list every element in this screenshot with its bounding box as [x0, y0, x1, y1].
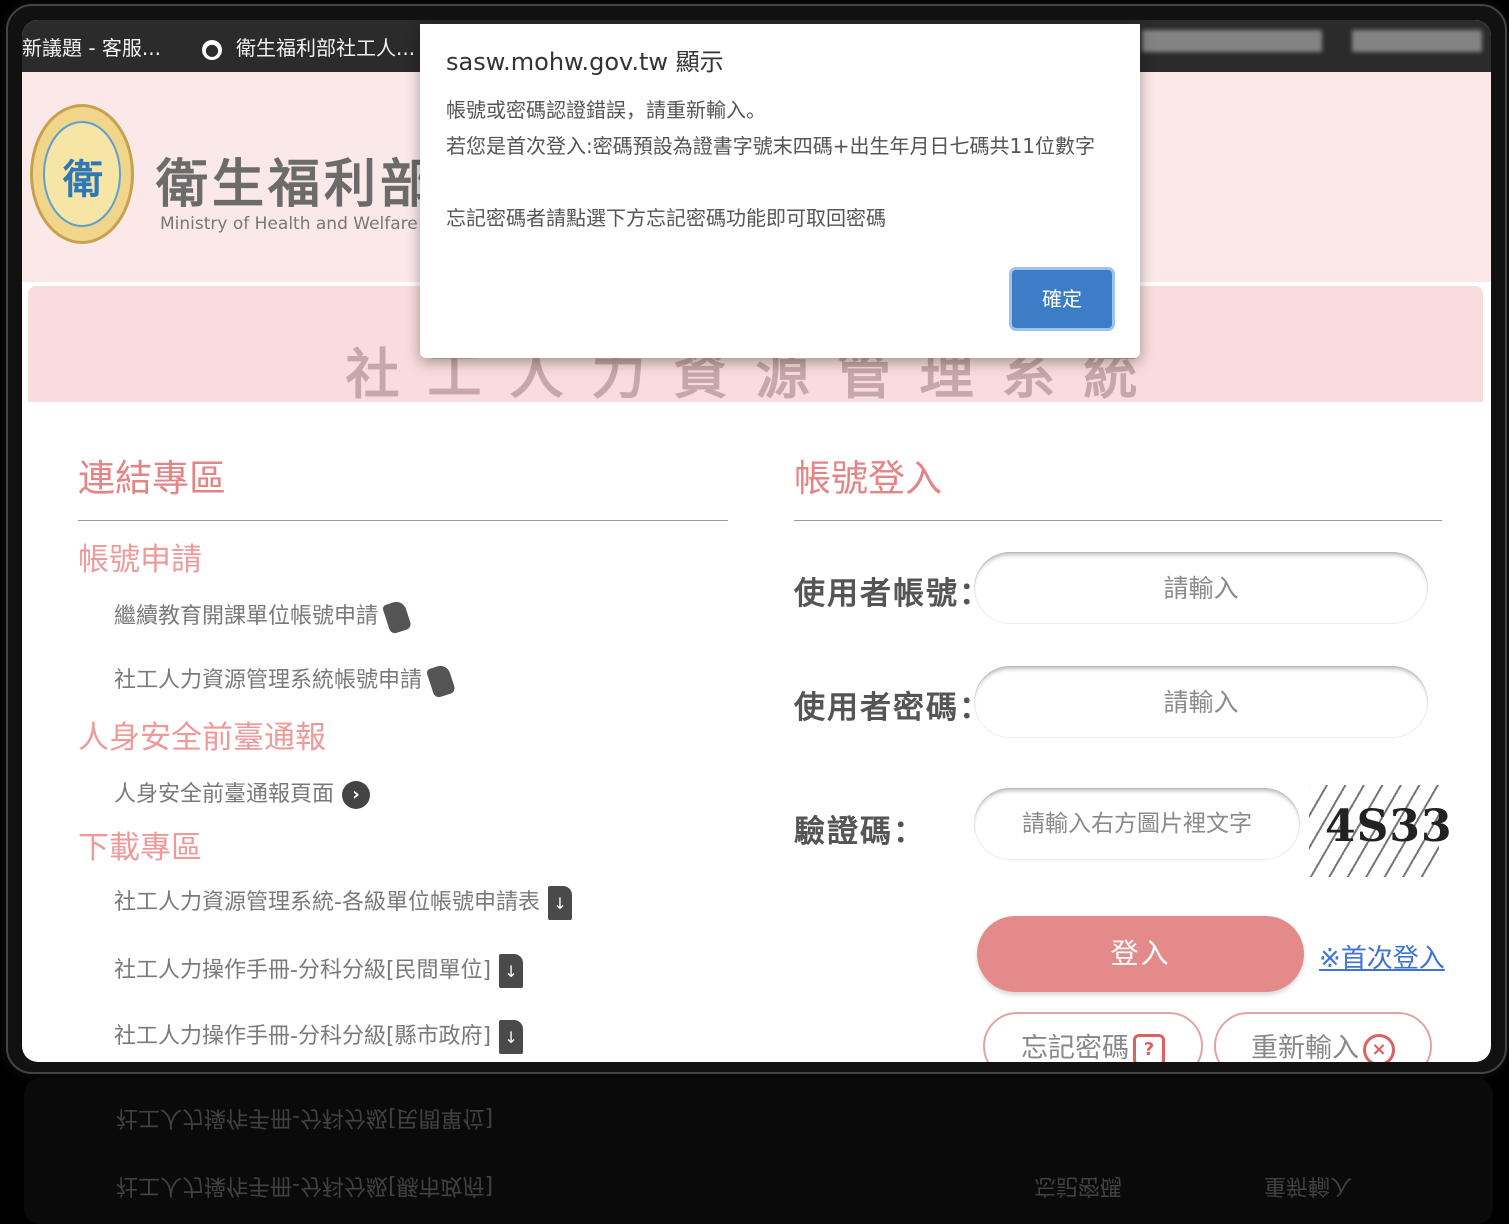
dialog-ok-button[interactable]: 確定 [1012, 270, 1112, 328]
monitor-frame: 新議題 - 客服... ● 衛生福利部社工人... 衛 衛生福利部 Ministr… [6, 4, 1507, 1074]
link-system-account[interactable]: 社工人力資源管理系統帳號申請 [114, 662, 457, 699]
reset-label: 重新輸入 [1251, 1033, 1359, 1062]
blurred-bookmark [1352, 30, 1482, 52]
bookmark-label: 新議題 - 客服... [22, 36, 162, 60]
forgot-password-button[interactable]: 忘記密碼? [983, 1012, 1203, 1062]
section-title-download: 下載專區 [78, 830, 202, 866]
reflection-text: 社工人力操作手冊-分科分級[縣市政府] [116, 1173, 494, 1198]
close-circle-icon: × [1363, 1033, 1395, 1062]
chevron-right-icon: › [342, 781, 371, 809]
hand-pointer-icon [425, 663, 457, 699]
blurred-bookmark [1142, 30, 1322, 52]
dialog-message-line: 忘記密碼者請點選下方忘記密碼功能即可取回密碼 [446, 206, 886, 230]
captcha-input[interactable] [974, 788, 1300, 860]
captcha-image[interactable]: 4S33 [1309, 785, 1452, 877]
username-input[interactable] [974, 552, 1428, 624]
password-label: 使用者密碼： [794, 690, 992, 726]
link-download-application-form[interactable]: 社工人力資源管理系統-各級單位帳號申請表 ↓ [114, 884, 572, 920]
captcha-label: 驗證碼： [794, 814, 926, 850]
captcha-text: 4S33 [1325, 801, 1453, 852]
link-label: 繼續教育開課單位帳號申請 [114, 604, 379, 629]
reflection-text: 社工人力操作手冊-分科分級[民間單位] [116, 1105, 494, 1130]
link-label: 社工人力操作手冊-分科分級[民間單位] [114, 958, 492, 983]
reflection-text: 重新輸入 [1264, 1173, 1353, 1198]
dialog-title: sasw.mohw.gov.tw 顯示 [446, 48, 724, 76]
logo-emblem: 衛 [43, 121, 121, 227]
lock-icon: ? [1133, 1033, 1165, 1062]
bookmark-1[interactable]: 新議題 - 客服... [22, 32, 161, 61]
link-label: 社工人力操作手冊-分科分級[縣市政府] [114, 1024, 492, 1049]
reflection-text: 忘記密碼 [1034, 1173, 1123, 1198]
link-label: 社工人力資源管理系統-各級單位帳號申請表 [114, 890, 540, 915]
file-download-icon: ↓ [499, 954, 524, 988]
forgot-password-label: 忘記密碼 [1021, 1033, 1129, 1062]
divider [78, 520, 728, 521]
link-label: 人身安全前臺通報頁面 [114, 782, 335, 807]
first-login-link[interactable]: ※首次登入 [1319, 938, 1445, 975]
section-title-safety: 人身安全前臺通報 [78, 720, 326, 756]
ministry-logo[interactable]: 衛 [30, 104, 134, 244]
brand-name: 衛生福利部 [156, 154, 437, 215]
file-download-icon: ↓ [499, 1020, 524, 1054]
alert-dialog: sasw.mohw.gov.tw 顯示 帳號或密碼認證錯誤，請重新輸入。 若您是… [420, 24, 1140, 358]
link-manual-government[interactable]: 社工人力操作手冊-分科分級[縣市政府] ↓ [114, 1018, 524, 1054]
username-label: 使用者帳號： [794, 576, 992, 612]
bookmark-label: 衛生福利部社工人... [236, 36, 416, 60]
globe-icon: ● [202, 39, 222, 60]
browser-viewport: 新議題 - 客服... ● 衛生福利部社工人... 衛 衛生福利部 Ministr… [22, 20, 1491, 1062]
hand-pointer-icon [381, 599, 413, 635]
brand-name-en: Ministry of Health and Welfare [160, 214, 418, 234]
dialog-message-line: 若您是首次登入:密碼預設為證書字號末四碼+出生年月日七碼共11位數字 [446, 134, 1095, 158]
link-course-unit-account[interactable]: 繼續教育開課單位帳號申請 [114, 598, 413, 635]
section-title-account: 帳號申請 [78, 542, 202, 578]
login-button[interactable]: 登入 [977, 916, 1304, 992]
link-label: 社工人力資源管理系統帳號申請 [114, 668, 423, 693]
bookmark-2[interactable]: ● 衛生福利部社工人... [202, 32, 415, 61]
file-download-icon: ↓ [547, 886, 572, 920]
reset-button[interactable]: 重新輸入 × [1214, 1012, 1432, 1062]
divider [794, 520, 1442, 521]
logo-mark-icon: 衛 [63, 156, 103, 203]
password-input[interactable] [974, 666, 1428, 738]
link-manual-private[interactable]: 社工人力操作手冊-分科分級[民間單位] ↓ [114, 952, 524, 988]
link-safety-report[interactable]: 人身安全前臺通報頁面 › [114, 776, 371, 809]
links-title: 連結專區 [78, 457, 226, 500]
dialog-message-line: 帳號或密碼認證錯誤，請重新輸入。 [446, 98, 766, 122]
login-title: 帳號登入 [794, 457, 942, 500]
screen-reflection: 社工人力操作手冊-分科分級[縣市政府] 社工人力操作手冊-分科分級[民間單位] … [24, 1078, 1493, 1224]
